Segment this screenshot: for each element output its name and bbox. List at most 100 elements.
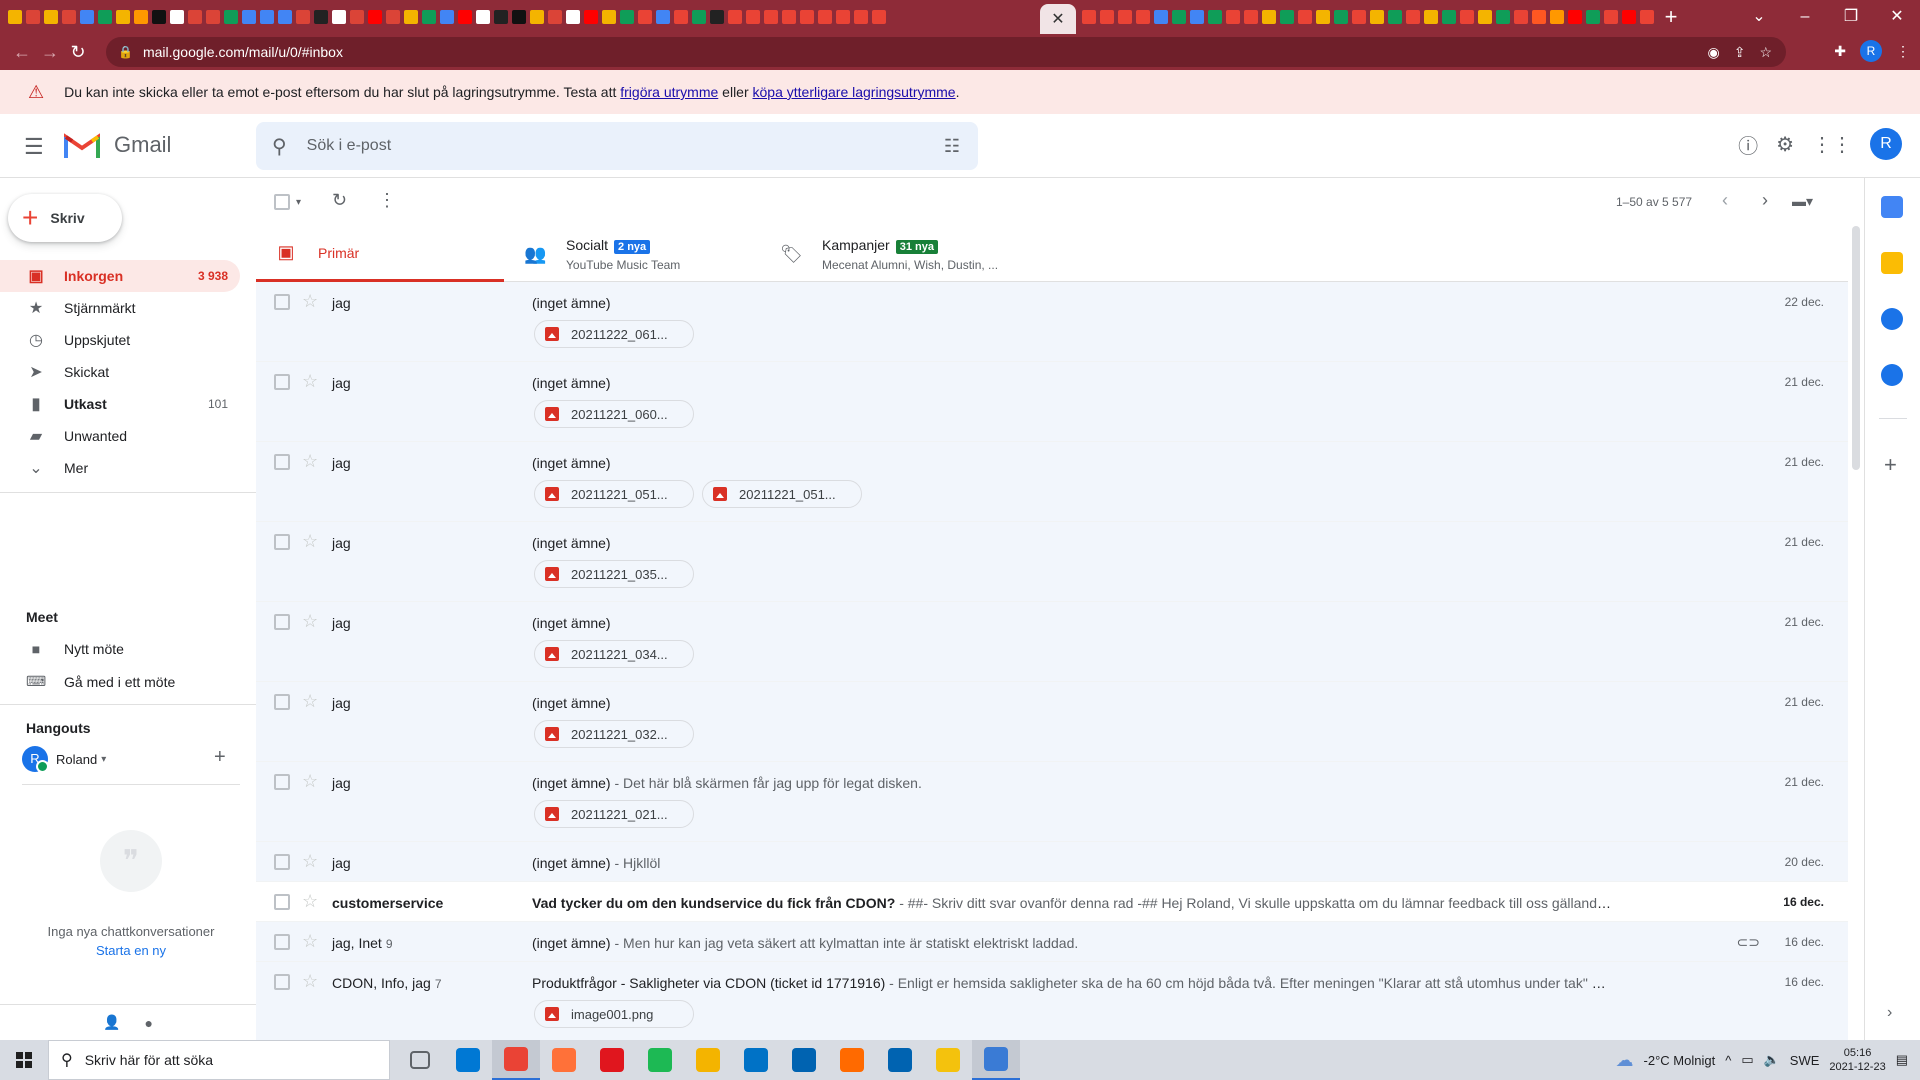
tab-favicon-icon[interactable] [1460,10,1474,24]
attachment-chip[interactable]: image001.png [534,1000,694,1028]
email-row[interactable]: ☆ jag (inget ämne) 22 dec. 20211222_061... [256,282,1848,362]
tab-favicon-icon[interactable] [710,10,724,24]
more-actions-icon[interactable]: ⋮ [378,190,396,211]
search-bar[interactable]: ⚲ ☷ [256,122,978,170]
star-toggle-icon[interactable]: ☆ [302,451,318,472]
tab-favicon-icon[interactable] [134,10,148,24]
tasks-icon[interactable] [1881,308,1903,330]
star-toggle-icon[interactable]: ☆ [302,691,318,712]
tab-favicon-icon[interactable] [782,10,796,24]
tab-favicon-icon[interactable] [242,10,256,24]
tab-favicon-icon[interactable] [1316,10,1330,24]
attachment-chip[interactable]: 20211221_060... [534,400,694,428]
attachment-chip[interactable]: 20211221_021... [534,800,694,828]
nav-item-inbox[interactable]: ▣ Inkorgen 3 938 [0,260,240,292]
hide-panel-chevron-icon[interactable]: › [1887,1004,1892,1022]
forward-icon[interactable]: → [36,42,64,63]
taskbar-app-icon[interactable] [924,1040,972,1080]
tab-favicon-icon[interactable] [1118,10,1132,24]
star-toggle-icon[interactable]: ☆ [302,771,318,792]
attachment-chip[interactable]: 20211221_051... [702,480,862,508]
new-meeting-button[interactable]: ■ Nytt möte [26,641,124,657]
tab-favicon-icon[interactable] [458,10,472,24]
attachment-chip[interactable]: 20211222_061... [534,320,694,348]
tab-favicon-icon[interactable] [746,10,760,24]
compose-button[interactable]: + Skriv [8,194,122,242]
email-row[interactable]: ☆ jag (inget ämne) - Hjkllöl 20 dec. [256,842,1848,882]
tab-favicon-icon[interactable] [1100,10,1114,24]
tab-favicon-icon[interactable] [188,10,202,24]
select-all-checkbox[interactable] [274,194,290,210]
address-bar[interactable]: 🔒 mail.google.com/mail/u/0/#inbox ◉ ⇪ ☆ [106,37,1786,67]
vertical-scrollbar[interactable] [1852,226,1860,470]
search-options-icon[interactable]: ☷ [944,136,960,157]
taskbar-app-icon[interactable] [684,1040,732,1080]
tab-favicon-icon[interactable] [566,10,580,24]
star-toggle-icon[interactable]: ☆ [302,891,318,912]
tab-favicon-icon[interactable] [872,10,886,24]
tab-favicon-icon[interactable] [530,10,544,24]
lock-icon[interactable]: 🔒 [118,45,133,59]
row-checkbox[interactable] [274,534,290,550]
star-toggle-icon[interactable]: ☆ [302,371,318,392]
bookmark-star-icon[interactable]: ☆ [1759,44,1772,61]
star-toggle-icon[interactable]: ☆ [302,291,318,312]
keep-icon[interactable] [1881,252,1903,274]
tab-favicon-icon[interactable] [206,10,220,24]
extensions-icon[interactable]: ✚ [1834,43,1846,60]
tab-favicon-icon[interactable] [1478,10,1492,24]
join-meeting-button[interactable]: ⌨ Gå med i ett möte [26,673,175,690]
share-icon[interactable]: ⇪ [1734,44,1746,61]
tab-favicon-icon[interactable] [728,10,742,24]
settings-gear-icon[interactable]: ⚙ [1776,132,1794,157]
calendar-icon[interactable] [1881,196,1903,218]
attachment-chip[interactable]: 20211221_035... [534,560,694,588]
email-row[interactable]: ☆ customerservice Vad tycker du om den kun… [256,882,1848,922]
tab-favicon-icon[interactable] [368,10,382,24]
star-toggle-icon[interactable]: ☆ [302,851,318,872]
row-checkbox[interactable] [274,294,290,310]
previous-page-icon[interactable]: ‹ [1722,190,1728,211]
next-page-icon[interactable]: › [1762,190,1768,211]
google-apps-icon[interactable]: ⋮⋮ [1812,132,1852,157]
tab-favicon-icon[interactable] [656,10,670,24]
nav-item-drafts[interactable]: ▮ Utkast 101 [0,388,240,420]
nav-item-starred[interactable]: ★ Stjärnmärkt [0,292,240,324]
nav-item-sent[interactable]: ➤ Skickat [0,356,240,388]
tab-favicon-icon[interactable] [1568,10,1582,24]
tab-favicon-icon[interactable] [80,10,94,24]
attachment-chip[interactable]: 20211221_034... [534,640,694,668]
tab-favicon-icon[interactable] [1424,10,1438,24]
taskbar-app-icon[interactable] [876,1040,924,1080]
tab-favicon-icon[interactable] [314,10,328,24]
add-addon-icon[interactable]: + [1884,452,1897,478]
row-checkbox[interactable] [274,974,290,990]
active-tab[interactable]: ✕ [1040,4,1076,34]
row-checkbox[interactable] [274,614,290,630]
notifications-icon[interactable]: ▤ [1896,1052,1908,1068]
email-row[interactable]: ☆ jag, Inet 9 (inget ämne) - Men hur kan ja… [256,922,1848,962]
weather-text[interactable]: -2°C Molnigt [1644,1053,1716,1068]
tab-favicon-icon[interactable] [62,10,76,24]
email-row[interactable]: ☆ jag (inget ämne) 21 dec. 20211221_051... 20… [256,442,1848,522]
search-icon[interactable]: ⚲ [272,134,287,159]
row-checkbox[interactable] [274,694,290,710]
tab-favicon-icon[interactable] [1622,10,1636,24]
row-checkbox[interactable] [274,454,290,470]
star-toggle-icon[interactable]: ☆ [302,531,318,552]
attachment-chip[interactable]: 20211221_051... [534,480,694,508]
eye-icon[interactable]: ◉ [1707,44,1719,61]
taskbar-app-icon[interactable] [972,1040,1020,1080]
nav-item-snoozed[interactable]: ◷ Uppskjutet [0,324,240,356]
select-all-control[interactable]: ▾ [274,194,301,210]
free-space-link[interactable]: frigöra utrymme [620,84,718,100]
tab-favicon-icon[interactable] [98,10,112,24]
tab-favicon-icon[interactable] [1136,10,1150,24]
tab-favicon-icon[interactable] [1532,10,1546,24]
email-row[interactable]: ☆ jag (inget ämne) 21 dec. 20211221_034... [256,602,1848,682]
tab-favicon-icon[interactable] [278,10,292,24]
tab-favicon-icon[interactable] [1298,10,1312,24]
browser-profile-avatar[interactable]: R [1860,40,1882,62]
tab-favicon-icon[interactable] [1496,10,1510,24]
tab-favicon-icon[interactable] [764,10,778,24]
